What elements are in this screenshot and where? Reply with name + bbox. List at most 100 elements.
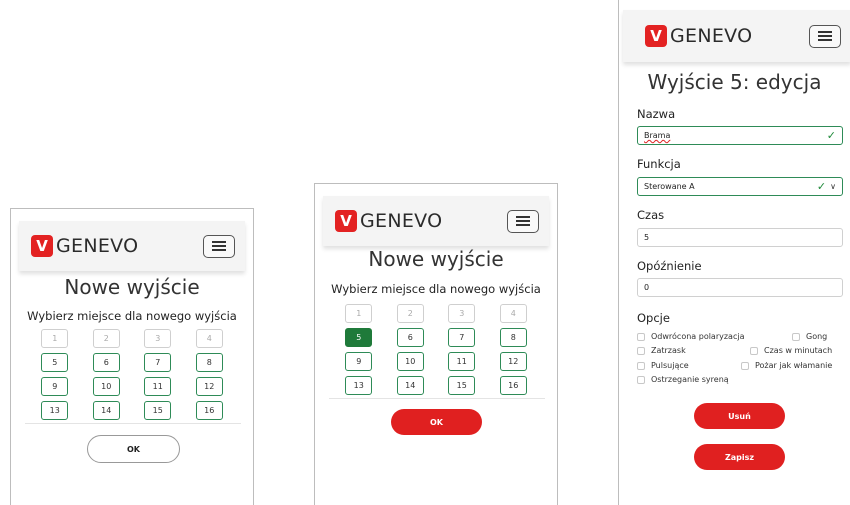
output-slot-16[interactable]: 16 bbox=[499, 376, 527, 395]
hamburger-icon bbox=[516, 216, 530, 226]
screen-output-edit: V GENEVO Wyjście 5: edycja Nazwa Brama ✓… bbox=[618, 0, 850, 505]
option-latch[interactable]: Zatrzask bbox=[637, 346, 686, 355]
menu-button[interactable] bbox=[507, 209, 539, 233]
divider bbox=[329, 398, 545, 399]
option-label: Gong bbox=[806, 332, 828, 341]
option-time-in-minutes[interactable]: Czas w minutach bbox=[750, 346, 832, 355]
page-title: Nowe wyjście bbox=[64, 275, 200, 299]
output-slot-5[interactable]: 5 bbox=[41, 353, 69, 372]
genevo-logo: V GENEVO bbox=[31, 235, 138, 257]
hamburger-icon bbox=[212, 241, 226, 251]
output-slot-6[interactable]: 6 bbox=[92, 353, 120, 372]
output-slot-10[interactable]: 10 bbox=[92, 377, 120, 396]
option-fire-as-burglary[interactable]: Pożar jak włamanie bbox=[741, 361, 832, 370]
checkbox[interactable] bbox=[637, 332, 645, 341]
output-slot-11[interactable]: 11 bbox=[144, 377, 172, 396]
checkmark-icon: ✓ bbox=[816, 180, 827, 193]
brand-name: GENEVO bbox=[670, 25, 753, 47]
time-field[interactable]: 5 bbox=[637, 228, 843, 247]
brand-name: GENEVO bbox=[360, 210, 443, 232]
page-subtitle: Wybierz miejsce dla nowego wyjścia bbox=[331, 282, 541, 296]
option-gong[interactable]: Gong bbox=[792, 332, 827, 341]
time-value: 5 bbox=[644, 233, 650, 242]
genevo-logo-mark: V bbox=[645, 25, 667, 47]
name-field[interactable]: Brama ✓ bbox=[637, 126, 843, 145]
genevo-logo: V GENEVO bbox=[645, 25, 752, 47]
output-slot-9[interactable]: 9 bbox=[345, 352, 373, 371]
menu-button[interactable] bbox=[203, 234, 235, 258]
checkbox[interactable] bbox=[792, 332, 800, 341]
time-label: Czas bbox=[637, 208, 665, 222]
checkbox[interactable] bbox=[741, 361, 749, 370]
output-slot-grid: 1 2 3 4 5 6 7 8 9 10 11 12 13 14 15 16 bbox=[29, 329, 235, 420]
output-slot-8[interactable]: 8 bbox=[195, 353, 223, 372]
output-slot-1: 1 bbox=[345, 304, 373, 323]
option-label: Odwrócona polaryzacja bbox=[651, 332, 745, 341]
output-slot-14[interactable]: 14 bbox=[92, 401, 120, 420]
genevo-logo-mark: V bbox=[335, 210, 357, 232]
ok-button[interactable]: OK bbox=[87, 435, 180, 463]
output-slot-4: 4 bbox=[499, 304, 527, 323]
checkmark-icon: ✓ bbox=[826, 129, 836, 142]
output-slot-1: 1 bbox=[41, 329, 69, 348]
delay-label: Opóźnienie bbox=[637, 259, 702, 273]
divider bbox=[25, 423, 241, 424]
function-select[interactable]: Sterowane A ✓ ∨ bbox=[637, 177, 843, 196]
output-slot-15[interactable]: 15 bbox=[144, 401, 172, 420]
output-slot-5[interactable]: 5 bbox=[345, 328, 373, 347]
output-slot-3: 3 bbox=[448, 304, 476, 323]
output-slot-14[interactable]: 14 bbox=[396, 376, 424, 395]
output-slot-9[interactable]: 9 bbox=[41, 377, 69, 396]
save-button[interactable]: Zapisz bbox=[694, 444, 785, 470]
checkbox[interactable] bbox=[750, 346, 758, 355]
menu-button[interactable] bbox=[809, 24, 841, 48]
function-value: Sterowane A bbox=[644, 182, 695, 191]
screen-new-output-empty: V GENEVO Nowe wyjście Wybierz miejsce dl… bbox=[10, 208, 254, 505]
output-slot-12[interactable]: 12 bbox=[195, 377, 223, 396]
delay-field[interactable]: 0 bbox=[637, 278, 843, 297]
output-slot-11[interactable]: 11 bbox=[448, 352, 476, 371]
option-label: Czas w minutach bbox=[764, 346, 833, 355]
output-slot-grid: 1 2 3 4 5 6 7 8 9 10 11 12 13 14 15 16 bbox=[333, 304, 539, 395]
function-label: Funkcja bbox=[637, 157, 681, 171]
output-slot-4: 4 bbox=[195, 329, 223, 348]
brand-name: GENEVO bbox=[56, 235, 139, 257]
app-header: V GENEVO bbox=[623, 10, 850, 62]
output-slot-10[interactable]: 10 bbox=[396, 352, 424, 371]
option-label: Zatrzask bbox=[651, 346, 686, 355]
chevron-down-icon: ∨ bbox=[830, 182, 836, 191]
checkbox[interactable] bbox=[637, 346, 645, 355]
output-slot-13[interactable]: 13 bbox=[41, 401, 69, 420]
option-inverted-polarity[interactable]: Odwrócona polaryzacja bbox=[637, 332, 744, 341]
output-slot-8[interactable]: 8 bbox=[499, 328, 527, 347]
output-slot-13[interactable]: 13 bbox=[345, 376, 373, 395]
genevo-logo: V GENEVO bbox=[335, 210, 442, 232]
output-slot-15[interactable]: 15 bbox=[448, 376, 476, 395]
option-label: Ostrzeganie syreną bbox=[651, 375, 729, 384]
options-label: Opcje bbox=[637, 311, 670, 325]
output-slot-2: 2 bbox=[396, 304, 424, 323]
option-label: Pulsujące bbox=[651, 361, 689, 370]
page-subtitle: Wybierz miejsce dla nowego wyjścia bbox=[27, 309, 237, 323]
screen-new-output-selected: V GENEVO Nowe wyjście Wybierz miejsce dl… bbox=[314, 183, 558, 505]
output-slot-16[interactable]: 16 bbox=[195, 401, 223, 420]
output-slot-7[interactable]: 7 bbox=[448, 328, 476, 347]
app-header: V GENEVO bbox=[323, 196, 549, 246]
output-slot-7[interactable]: 7 bbox=[144, 353, 172, 372]
genevo-logo-mark: V bbox=[31, 235, 53, 257]
name-label: Nazwa bbox=[637, 107, 676, 121]
option-siren-warning[interactable]: Ostrzeganie syreną bbox=[637, 375, 729, 384]
checkbox[interactable] bbox=[637, 375, 645, 384]
hamburger-icon bbox=[818, 31, 832, 41]
option-pulsing[interactable]: Pulsujące bbox=[637, 361, 689, 370]
ok-button[interactable]: OK bbox=[391, 409, 482, 435]
checkbox[interactable] bbox=[637, 361, 645, 370]
output-slot-3: 3 bbox=[144, 329, 172, 348]
output-slot-6[interactable]: 6 bbox=[396, 328, 424, 347]
delete-button[interactable]: Usuń bbox=[694, 403, 785, 429]
name-value: Brama bbox=[644, 131, 671, 140]
output-slot-12[interactable]: 12 bbox=[499, 352, 527, 371]
delay-value: 0 bbox=[644, 283, 650, 292]
output-slot-2: 2 bbox=[92, 329, 120, 348]
option-label: Pożar jak włamanie bbox=[755, 361, 833, 370]
